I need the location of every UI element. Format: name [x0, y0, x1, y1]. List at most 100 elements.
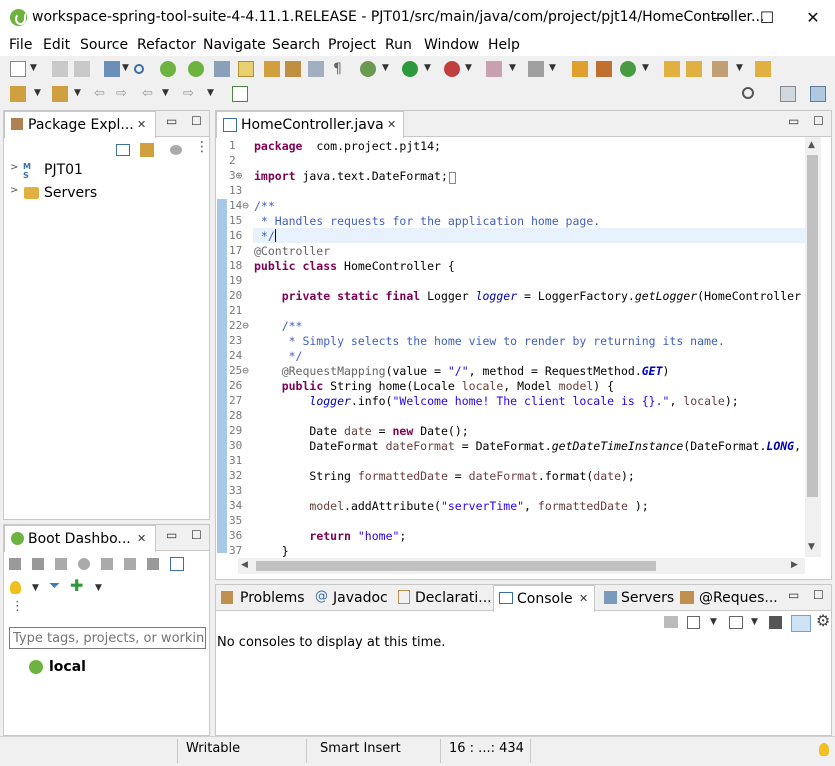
code-line[interactable]: /** — [254, 199, 275, 213]
restart-icon[interactable] — [78, 558, 90, 570]
maximize-view-button[interactable]: ☐ — [191, 528, 202, 542]
close-button[interactable]: ✕ — [790, 0, 835, 36]
chevron-down-icon[interactable]: ▼ — [122, 63, 129, 73]
code-line[interactable]: */ — [254, 229, 275, 243]
run-icon[interactable] — [402, 61, 418, 77]
close-icon[interactable]: ✕ — [387, 118, 396, 131]
gear-icon[interactable]: ⚙ — [816, 611, 830, 630]
pilcrow-icon[interactable]: ¶ — [333, 61, 349, 77]
filter-icon[interactable]: ⏷ — [49, 578, 60, 594]
start-icon[interactable] — [9, 558, 21, 570]
tab-package-explorer[interactable]: Package Expl... ✕ — [4, 111, 156, 138]
spring-icon[interactable] — [188, 61, 204, 77]
external-tools-icon[interactable] — [528, 61, 544, 77]
add-icon[interactable]: ✚ — [70, 576, 83, 595]
scroll-down-icon[interactable]: ▼ — [808, 542, 815, 552]
link-icon[interactable] — [124, 558, 136, 570]
next-annotation-icon[interactable] — [264, 61, 280, 77]
lightbulb-icon[interactable] — [10, 581, 21, 594]
chevron-down-icon[interactable]: ▼ — [751, 617, 758, 627]
view-menu-icon[interactable]: ⋮ — [195, 139, 209, 155]
menu-help[interactable]: Help — [488, 37, 520, 53]
open-task-icon[interactable] — [686, 61, 702, 77]
pin-editor-icon[interactable] — [232, 86, 248, 102]
chevron-down-icon[interactable]: ▼ — [736, 63, 743, 73]
stop-icon[interactable] — [55, 558, 67, 570]
maximize-editor-button[interactable]: ☐ — [813, 114, 824, 128]
code-line[interactable]: public String home(Locale locale, Model … — [254, 379, 614, 393]
tab-servers[interactable]: Servers — [600, 585, 678, 611]
new-package-icon[interactable] — [596, 61, 612, 77]
search-icon[interactable] — [134, 64, 144, 74]
forward-edit-icon[interactable]: ⇨ — [116, 86, 132, 102]
code-line[interactable]: logger.info("Welcome home! The client lo… — [254, 394, 738, 408]
pin-console-icon[interactable] — [664, 616, 678, 628]
scroll-up-icon[interactable]: ▲ — [808, 140, 815, 150]
menu-edit[interactable]: Edit — [43, 37, 70, 53]
forward-icon[interactable]: ⇨ — [183, 86, 199, 102]
code-line[interactable]: } — [254, 544, 289, 558]
search-tool-icon[interactable] — [712, 61, 728, 77]
collapse-all-icon[interactable] — [116, 144, 130, 156]
chevron-down-icon[interactable]: ▼ — [382, 63, 389, 73]
new-java-project-icon[interactable] — [572, 61, 588, 77]
chevron-down-icon[interactable]: ▼ — [95, 583, 102, 593]
mark-occurrences-icon[interactable] — [238, 61, 254, 77]
code-line[interactable]: return "home"; — [254, 529, 406, 543]
menu-run[interactable]: Run — [385, 37, 412, 53]
new-class-icon[interactable] — [620, 61, 636, 77]
tab-declaration[interactable]: Declarati... — [393, 585, 493, 611]
maximize-view-button[interactable]: ☐ — [813, 588, 824, 602]
tab-console[interactable]: Console ✕ — [493, 585, 595, 612]
filter-input[interactable] — [9, 627, 206, 649]
lightbulb-icon[interactable] — [819, 743, 829, 756]
chevron-down-icon[interactable]: ▼ — [162, 88, 169, 98]
code-line[interactable]: model.addAttribute("serverTime", formatt… — [254, 499, 648, 513]
open-folder-icon[interactable] — [755, 61, 771, 77]
code-line[interactable]: * Handles requests for the application h… — [254, 214, 600, 228]
tab-home-controller[interactable]: HomeController.java ✕ — [216, 111, 404, 138]
display-console-icon[interactable] — [687, 616, 700, 629]
code-line[interactable]: @RequestMapping(value = "/", method = Re… — [254, 364, 670, 378]
code-line[interactable]: String formattedDate = dateFormat.format… — [254, 469, 634, 483]
run-external-tool-icon[interactable] — [444, 61, 460, 77]
boot-dashboard-icon[interactable] — [160, 61, 176, 77]
terminal-icon[interactable] — [104, 61, 120, 77]
open-type-icon[interactable] — [664, 61, 680, 77]
filter-icon[interactable] — [170, 145, 182, 155]
minimize-view-button[interactable]: ▭ — [166, 114, 177, 128]
tab-request-mappings[interactable]: @Reques... — [678, 585, 778, 611]
prev-edit-icon[interactable] — [52, 86, 68, 102]
debug-icon[interactable] — [32, 558, 44, 570]
tab-boot-dashboard[interactable]: Boot Dashbo... ✕ — [4, 525, 156, 552]
menu-navigate[interactable]: Navigate — [203, 37, 266, 53]
close-icon[interactable]: ✕ — [137, 532, 146, 545]
view-menu-icon[interactable]: ⋮ — [11, 599, 24, 614]
menu-search[interactable]: Search — [272, 37, 320, 53]
close-icon[interactable]: ✕ — [579, 592, 588, 605]
stop-icon[interactable] — [486, 61, 502, 77]
block-selection-icon[interactable] — [308, 61, 324, 77]
code-line[interactable]: */ — [254, 349, 303, 363]
prev-annotation-icon[interactable] — [285, 61, 301, 77]
code-line[interactable]: private static final Logger logger = Log… — [254, 289, 801, 303]
code-line[interactable]: import java.text.DateFormat; — [254, 169, 457, 184]
table-icon[interactable] — [170, 557, 184, 571]
last-edit-icon[interactable]: ⇦ — [94, 86, 110, 102]
chevron-down-icon[interactable]: ▼ — [74, 88, 81, 98]
link-editor-icon[interactable] — [140, 143, 154, 157]
menu-project[interactable]: Project — [328, 37, 376, 53]
back-icon[interactable]: ⇦ — [142, 86, 158, 102]
chevron-down-icon[interactable]: ▼ — [642, 63, 649, 73]
minimize-view-button[interactable]: ▭ — [166, 528, 177, 542]
tab-problems[interactable]: Problems — [216, 585, 311, 611]
editor-horizontal-scrollbar[interactable]: ◀ ▶ — [238, 558, 805, 574]
console-icon[interactable] — [101, 558, 113, 570]
java-perspective-icon[interactable] — [810, 86, 826, 102]
chevron-down-icon[interactable]: ▼ — [34, 88, 41, 98]
edit-icon[interactable] — [147, 558, 159, 570]
chevron-down-icon[interactable]: ▼ — [424, 63, 431, 73]
debug-icon[interactable] — [360, 61, 376, 77]
chevron-down-icon[interactable]: ▼ — [465, 63, 472, 73]
code-line[interactable]: public class HomeController { — [254, 259, 455, 273]
